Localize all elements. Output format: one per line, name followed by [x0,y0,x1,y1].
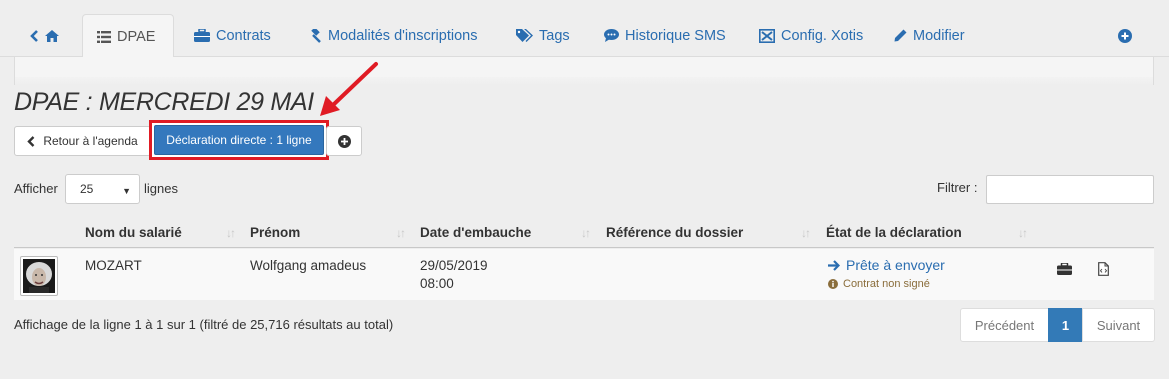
avatar [20,256,58,296]
table-row [14,249,1154,300]
page-title: DPAE : MERCREDI 29 MAI [14,88,314,116]
status-label: Prête à envoyer [846,257,945,273]
tab-config-xotis[interactable]: Config. Xotis [745,14,877,57]
home-icon [45,29,59,42]
briefcase-icon[interactable] [1057,263,1072,275]
sort-icon[interactable]: ↓↑ [581,226,591,240]
tab-modalites[interactable]: Modalités d'inscriptions [294,14,491,57]
chevron-left-icon [27,135,35,147]
filter-label: Filtrer : [937,180,978,195]
cell-heure: 08:00 [420,276,454,291]
direct-declaration-button[interactable]: Déclaration directe : 1 ligne [154,125,324,155]
sort-icon[interactable]: ↓↑ [801,226,811,240]
page-length-select[interactable]: 25 ▼ [65,174,140,204]
pagination-previous[interactable]: Précédent [960,308,1049,342]
add-button[interactable] [326,126,362,156]
status-note-label: Contrat non signé [843,278,930,290]
back-label: Retour à l'agenda [43,134,138,148]
tab-label: Modalités d'inscriptions [328,27,478,44]
pagination: Précédent 1 Suivant [960,308,1155,342]
arrow-right-icon [828,259,840,271]
tab-home[interactable] [16,14,73,57]
column-header-etat[interactable]: État de la déclaration [826,225,962,240]
column-header-date[interactable]: Date d'embauche [420,225,531,240]
tab-label: Modifier [913,27,965,44]
column-header-nom[interactable]: Nom du salarié [85,225,182,240]
sort-icon[interactable]: ↓↑ [1018,226,1028,240]
tab-dpae[interactable]: DPAE [82,14,174,58]
page-length-value: 25 [80,182,94,196]
annotation-arrow-icon [320,62,378,116]
status-link[interactable]: Prête à envoyer [828,257,945,273]
status-note: Contrat non signé [828,278,930,290]
xotis-icon [759,28,775,43]
tab-label: DPAE [117,28,156,45]
tab-modifier[interactable]: Modifier [880,14,979,57]
tab-tags[interactable]: Tags [502,14,584,57]
pagination-page-1[interactable]: 1 [1048,308,1083,342]
cell-prenom: Wolfgang amadeus [250,258,367,273]
sort-icon[interactable]: ↓↑ [396,226,406,240]
gavel-icon [311,28,321,43]
list-icon [97,30,111,43]
chevron-left-icon [30,29,38,42]
tab-bar: DPAE Contrats Modalités d'inscriptions T… [0,0,1169,58]
length-prefix: Afficher [14,181,58,196]
tab-label: Historique SMS [625,27,726,44]
length-suffix: lignes [144,181,178,196]
back-to-agenda-button[interactable]: Retour à l'agenda [14,126,151,156]
cell-date: 29/05/2019 [420,258,488,273]
tab-label: Tags [539,27,570,44]
tab-add[interactable] [1104,14,1146,57]
table-header-divider [14,247,1154,248]
tab-historique-sms[interactable]: Historique SMS [590,14,740,57]
tab-content-strip [14,57,1154,85]
caret-down-icon: ▼ [122,186,131,196]
column-header-reference[interactable]: Référence du dossier [606,225,743,240]
pencil-icon [894,29,907,42]
sort-icon[interactable]: ↓↑ [226,226,236,240]
tab-contrats[interactable]: Contrats [180,14,285,57]
cell-nom: MOZART [85,258,142,273]
briefcase-icon [194,29,210,42]
tab-label: Config. Xotis [781,27,864,44]
file-code-icon[interactable] [1098,262,1109,276]
tags-icon [516,29,533,42]
column-header-prenom[interactable]: Prénom [250,225,300,240]
plus-circle-icon [337,134,351,148]
filter-input[interactable] [986,175,1154,204]
comment-icon [604,29,619,42]
plus-circle-icon [1118,28,1132,43]
table-info: Affichage de la ligne 1 à 1 sur 1 (filtr… [14,317,394,332]
pagination-next[interactable]: Suivant [1082,308,1155,342]
info-icon [828,279,838,289]
tab-label: Contrats [216,27,271,44]
